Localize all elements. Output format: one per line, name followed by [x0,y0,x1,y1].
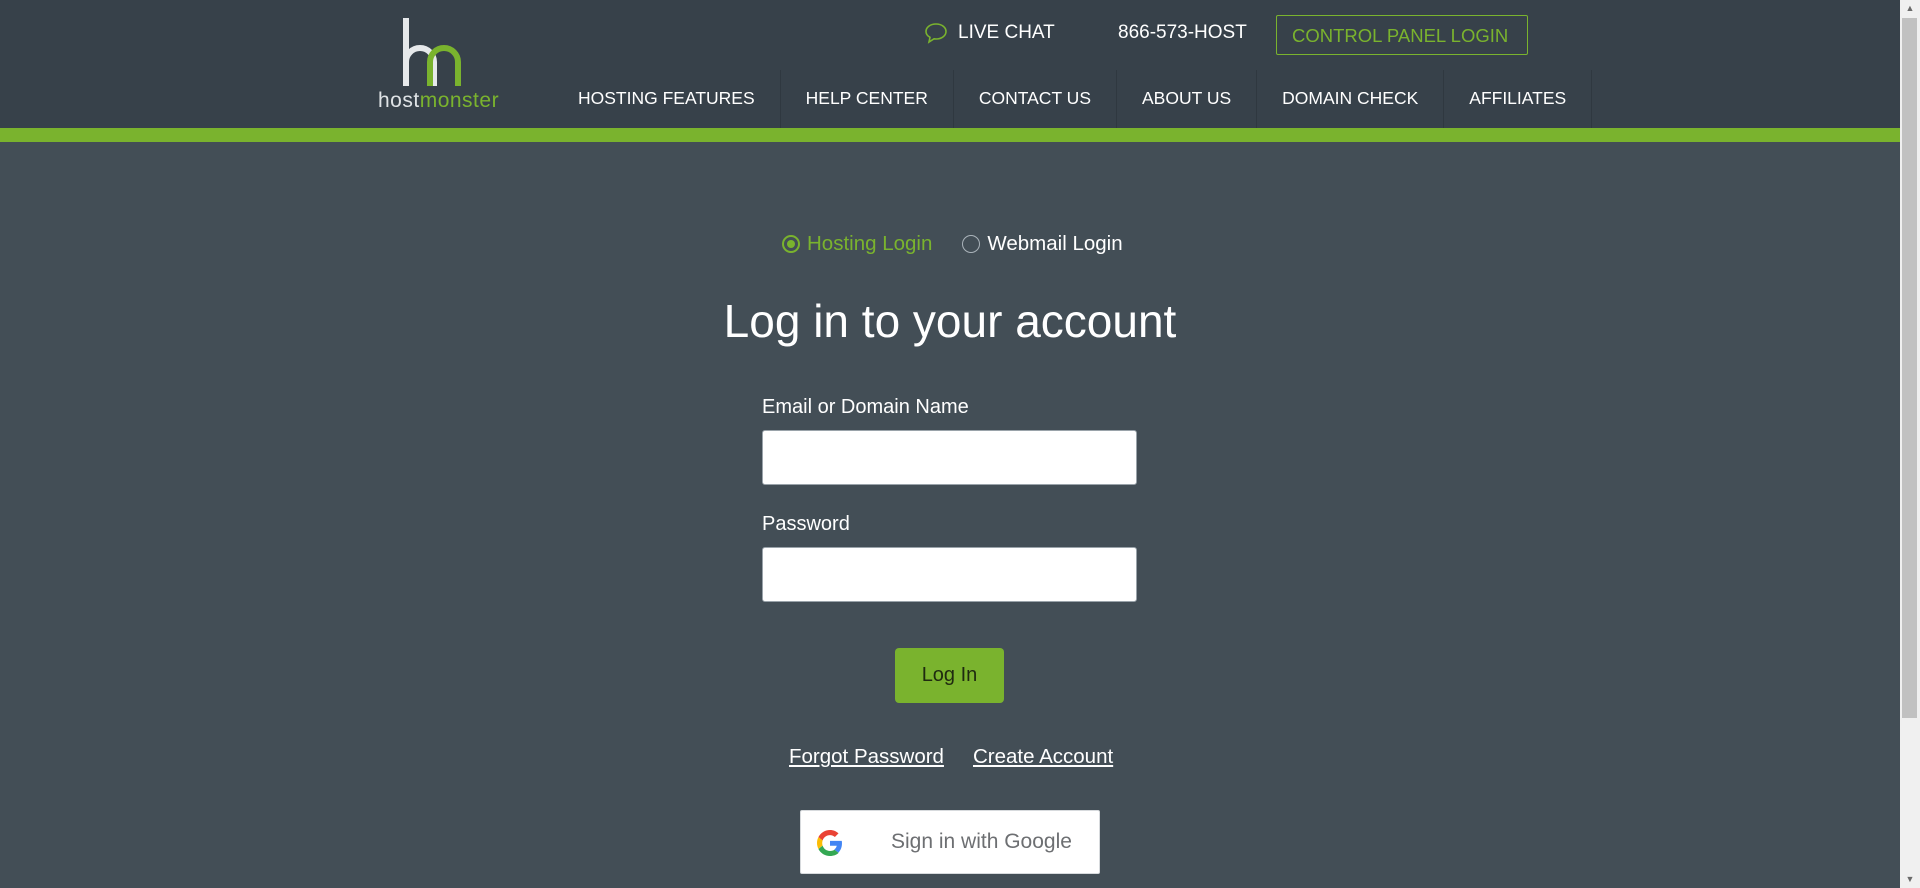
radio-selected-icon [782,235,800,253]
log-in-button[interactable]: Log In [895,648,1004,703]
radio-unselected-icon [962,235,981,253]
webmail-login-radio[interactable]: Webmail Login [962,232,1123,256]
hm-logo-icon [403,18,461,86]
nav-contact-us[interactable]: CONTACT US [954,70,1117,128]
forgot-password-link[interactable]: Forgot Password [789,745,944,769]
password-label: Password [762,513,850,535]
scroll-up-arrow-icon[interactable]: ▲ [1900,0,1920,17]
nav-affiliates[interactable]: AFFILIATES [1444,70,1593,128]
header-accent-bar [0,128,1900,142]
email-label: Email or Domain Name [762,396,969,418]
vertical-scrollbar[interactable]: ▲ ▼ [1900,0,1920,888]
main-nav: HOSTING FEATURES HELP CENTER CONTACT US … [552,70,1593,128]
nav-about-us[interactable]: ABOUT US [1117,70,1258,128]
live-chat-link[interactable]: LIVE CHAT [924,22,1055,44]
page-title: Log in to your account [723,295,1177,347]
scrollbar-thumb[interactable] [1902,18,1917,718]
scroll-down-arrow-icon[interactable]: ▼ [1900,871,1920,888]
hosting-login-radio[interactable]: Hosting Login [782,232,932,256]
nav-hosting-features[interactable]: HOSTING FEATURES [552,70,781,128]
email-field[interactable] [762,430,1137,485]
chat-bubble-icon [925,23,947,44]
nav-help-center[interactable]: HELP CENTER [781,70,954,128]
logo-host-text: host [378,89,420,112]
password-field[interactable] [762,547,1137,602]
login-type-selector: Hosting Login Webmail Login [782,232,1123,256]
logo-wordmark: hostmonster [378,89,499,113]
logo-monster-text: monster [419,89,500,112]
site-header: hostmonster LIVE CHAT 866-573-HOST CONTR… [0,0,1900,128]
nav-domain-check[interactable]: DOMAIN CHECK [1257,70,1445,128]
google-g-icon [817,830,842,856]
hosting-login-label: Hosting Login [807,232,933,255]
control-panel-login-button[interactable]: CONTROL PANEL LOGIN [1276,15,1528,55]
create-account-link[interactable]: Create Account [973,745,1113,769]
google-sign-in-label: Sign in with Google [891,830,1072,853]
hostmonster-logo[interactable]: hostmonster [378,16,500,116]
live-chat-label: LIVE CHAT [958,22,1055,43]
webmail-login-label: Webmail Login [987,232,1123,255]
google-sign-in-button[interactable]: Sign in with Google [800,810,1100,874]
phone-number[interactable]: 866-573-HOST [1118,22,1247,44]
